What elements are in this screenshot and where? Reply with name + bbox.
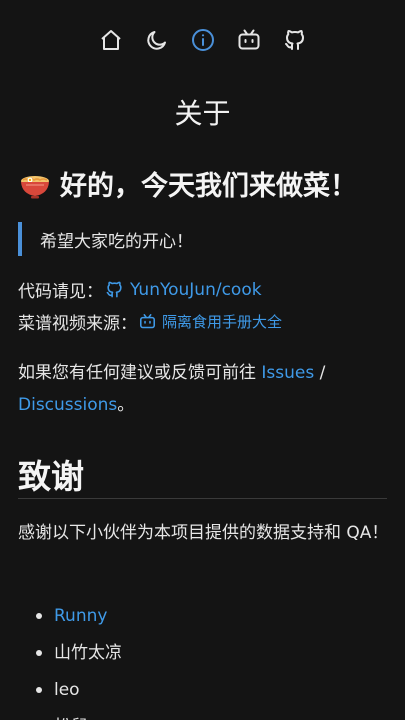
nav-github[interactable] — [282, 26, 308, 54]
feedback-separator: / — [314, 363, 326, 383]
video-link-text: 隔离食用手册大全 — [162, 313, 283, 331]
video-source-line: 菜谱视频来源： 隔离食用手册大全 — [18, 309, 282, 334]
home-icon — [100, 30, 121, 50]
headline: 好的，今天我们来做菜！ — [18, 164, 398, 203]
heading-divider — [18, 498, 387, 499]
list-item[interactable]: Runny — [36, 600, 122, 637]
contributor-name[interactable]: Runny — [54, 606, 107, 626]
feedback-suffix: 。 — [117, 395, 135, 415]
nav-about[interactable] — [190, 26, 216, 54]
bowl-icon — [21, 175, 49, 198]
repo-link[interactable]: YunYouJun/cook — [103, 280, 262, 300]
feedback-paragraph: 如果您有任何建议或反馈可前往 Issues / Discussions。 — [18, 357, 390, 421]
thanks-heading: 致谢 — [18, 457, 84, 496]
contributor-list: Runny 山竹太凉 leo 松鼠 — [36, 600, 122, 720]
discussions-link[interactable]: Discussions — [18, 395, 117, 415]
list-item: leo — [36, 674, 122, 711]
list-item: 山竹太凉 — [36, 637, 122, 674]
about-page: 关于 好的，今天我们来做菜！ 希望大家吃的开心！ 代码请见： YunYouJun… — [0, 0, 405, 720]
video-source-label: 菜谱视频来源： — [18, 314, 137, 334]
nav-home[interactable] — [98, 26, 124, 54]
github-icon — [284, 30, 304, 50]
list-item: 松鼠 — [36, 711, 122, 720]
code-source-line: 代码请见： YunYouJun/cook — [18, 277, 262, 303]
issues-link[interactable]: Issues — [261, 363, 314, 383]
feedback-prefix: 如果您有任何建议或反馈可前往 — [18, 363, 262, 383]
moon-icon — [146, 31, 166, 50]
video-link[interactable]: 隔离食用手册大全 — [137, 311, 282, 332]
nav-bilibili[interactable] — [236, 26, 262, 54]
quote-block: 希望大家吃的开心！ — [18, 222, 388, 256]
page-title: 关于 — [174, 97, 231, 130]
bilibili-icon — [139, 313, 156, 329]
contributor-name: leo — [54, 680, 80, 700]
bilibili-icon — [238, 29, 259, 50]
github-icon — [106, 281, 122, 298]
quote-text: 希望大家吃的开心！ — [40, 231, 193, 252]
top-nav — [0, 26, 405, 56]
code-source-label: 代码请见： — [18, 282, 103, 302]
headline-text: 好的，今天我们来做菜！ — [60, 171, 357, 202]
nav-theme-toggle[interactable] — [144, 26, 170, 54]
repo-link-text: YunYouJun/cook — [130, 279, 262, 300]
info-icon — [191, 29, 214, 51]
contributor-name: 山竹太凉 — [54, 643, 122, 663]
thanks-paragraph: 感谢以下小伙伴为本项目提供的数据支持和 QA！ — [18, 523, 389, 543]
